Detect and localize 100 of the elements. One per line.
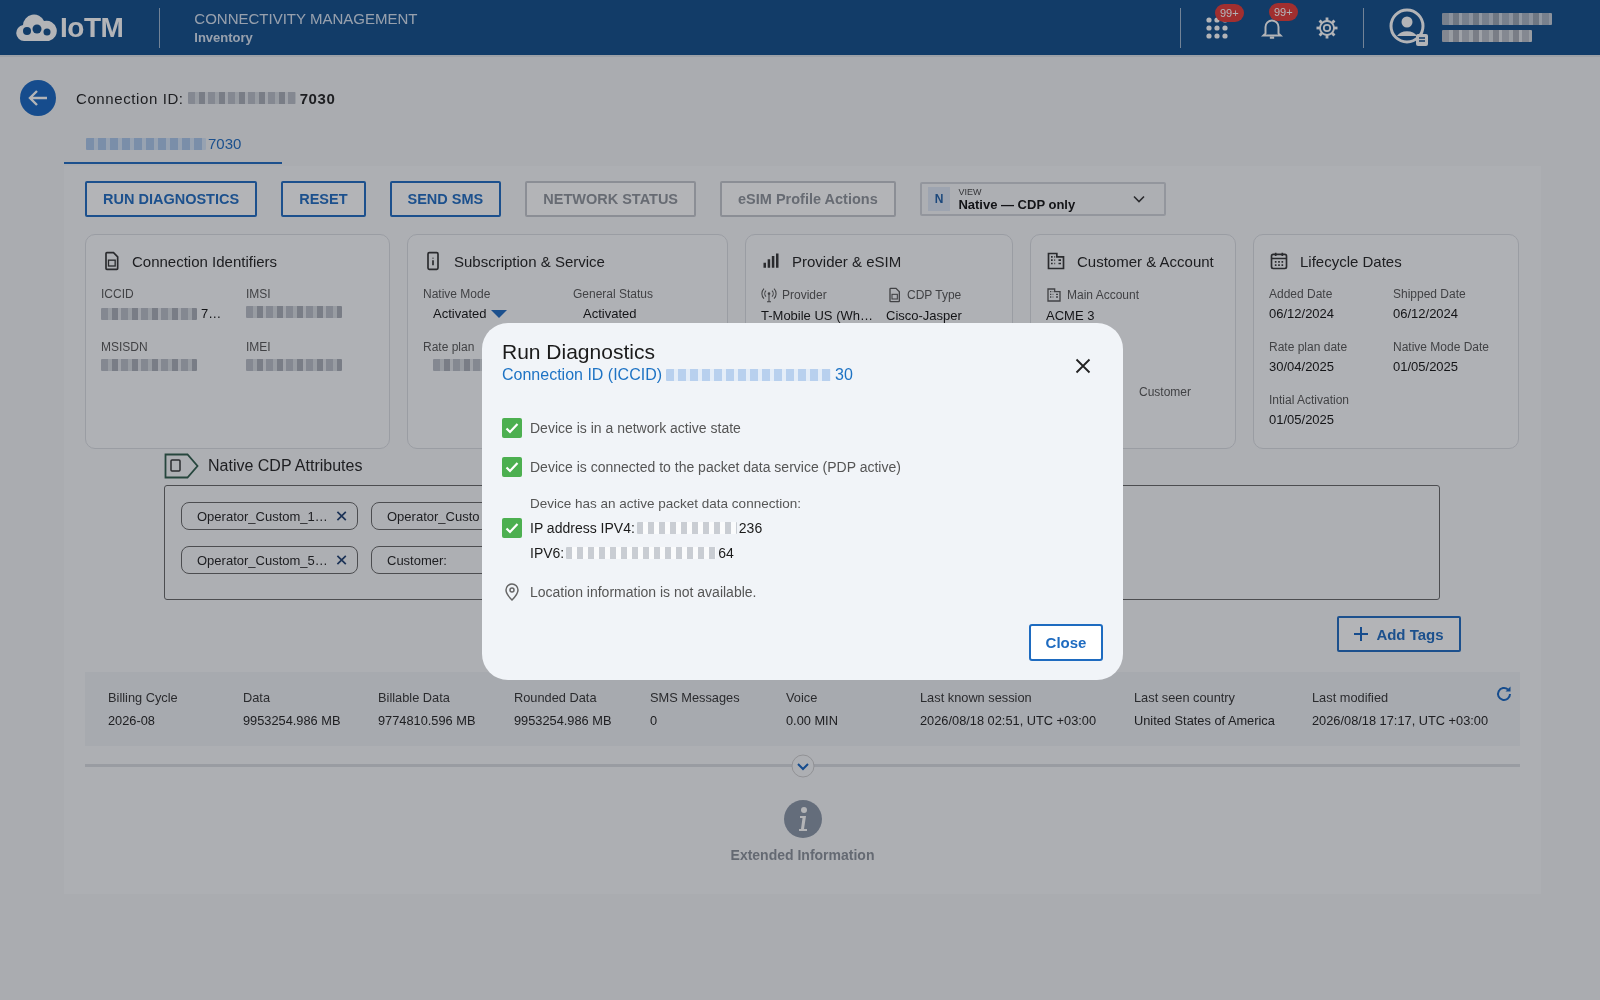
field-label: Customer xyxy=(1139,385,1191,399)
tag-icon xyxy=(164,453,200,479)
field-label: Native Mode xyxy=(423,287,491,301)
field-label: Shipped Date xyxy=(1393,287,1466,301)
refresh-icon[interactable] xyxy=(1494,684,1514,704)
usage-label: Last seen country xyxy=(1134,690,1236,705)
view-dropdown[interactable]: N VIEW Native — CDP only xyxy=(919,182,1166,216)
action-button[interactable]: SEND SMS xyxy=(389,181,502,217)
card-title: Provider & eSIM xyxy=(792,252,902,270)
field-label: General Status xyxy=(573,287,654,301)
usage-value: United States of America xyxy=(1134,713,1276,728)
connection-id-value: 30 xyxy=(835,366,853,384)
plus-icon xyxy=(1354,627,1369,641)
chip-label: Operator_Custo xyxy=(387,508,480,524)
settings-icon[interactable] xyxy=(1315,15,1339,40)
view-badge: N xyxy=(927,187,951,211)
field-label: Main Account xyxy=(1067,288,1140,302)
field-label: Intial Activation xyxy=(1269,393,1350,407)
connection-id-value: 7030 xyxy=(299,89,336,107)
dialog-title: Run Diagnostics xyxy=(502,340,656,364)
usage-value: 2026/08/18 17:17, UTC +03:00 xyxy=(1312,713,1490,728)
check-text: Device is connected to the packet data service (PDP active) xyxy=(530,458,901,477)
field-label: Native Mode Date xyxy=(1393,340,1490,354)
chip-label: Customer: xyxy=(387,552,448,568)
remove-icon[interactable] xyxy=(335,554,347,566)
usage-label: Last known session xyxy=(920,690,1033,705)
chip-label: Operator_Custom_1… xyxy=(197,508,328,524)
field-value: 06/12/2024 xyxy=(1269,306,1335,321)
apps-grid-icon[interactable] xyxy=(1205,15,1229,40)
chevron-down-icon[interactable] xyxy=(790,753,815,778)
address-value: 236 xyxy=(738,519,763,538)
cloud-logo-icon xyxy=(14,12,58,43)
usage-label: Billable Data xyxy=(378,690,451,705)
usage-value: 9953254.986 MB xyxy=(243,713,342,728)
antenna-icon xyxy=(761,287,777,303)
usage-value: 9953254.986 MB xyxy=(514,713,613,728)
tab[interactable]: 7030 xyxy=(64,125,282,164)
extended-information-label[interactable]: Extended Information xyxy=(730,847,875,863)
dropdown-caret-icon[interactable] xyxy=(490,308,509,319)
view-label: VIEW xyxy=(958,186,983,197)
usage-label: SMS Messages xyxy=(650,690,741,705)
info-icon xyxy=(782,799,823,839)
field-label: IMSI xyxy=(246,287,271,301)
chip-label: Operator_Custom_5… xyxy=(197,552,328,568)
field-label: Rate plan date xyxy=(1269,340,1348,354)
attribute-chip[interactable]: Operator_Custom_1… xyxy=(181,502,358,530)
field-value: 30/04/2025 xyxy=(1269,359,1335,374)
tab-label: 7030 xyxy=(208,135,242,152)
building-icon xyxy=(1046,251,1066,271)
connection-id-label: Connection ID: xyxy=(76,89,184,107)
field-value: 01/05/2025 xyxy=(1393,359,1459,374)
field-value: 06/12/2024 xyxy=(1393,306,1459,321)
card-title: Customer & Account xyxy=(1077,252,1214,270)
field-value: T-Mobile US (Wh… xyxy=(761,308,873,323)
location-pin-icon xyxy=(504,583,520,601)
field-value: Cisco-Jasper xyxy=(886,308,962,323)
usage-label: Voice xyxy=(786,690,819,705)
dialog-subtitle: Connection ID (ICCID) xyxy=(502,366,663,384)
address-value: 64 xyxy=(718,544,734,563)
view-value: Native — CDP only xyxy=(958,196,1077,212)
count-badge: 99+ xyxy=(1215,3,1244,22)
close-icon[interactable] xyxy=(1075,358,1091,374)
action-button[interactable]: RESET xyxy=(281,181,366,217)
usage-label: Last modified xyxy=(1312,690,1390,705)
remove-icon[interactable] xyxy=(335,510,347,522)
usage-label: Billing Cycle xyxy=(108,690,179,705)
add-tags-button[interactable]: Add Tags xyxy=(1337,616,1461,652)
usage-label: Data xyxy=(243,690,272,705)
field-label: Provider xyxy=(782,288,827,302)
field-label: ICCID xyxy=(101,287,134,301)
usage-value: 2026-08 xyxy=(108,713,156,728)
user-avatar-icon[interactable] xyxy=(1388,6,1430,49)
section-heading: Native CDP Attributes xyxy=(208,457,363,475)
attribute-chip[interactable]: Operator_Custom_5… xyxy=(181,546,358,574)
field-label: Added Date xyxy=(1269,287,1333,301)
sim-card-icon xyxy=(886,287,902,303)
count-badge: 99+ xyxy=(1269,2,1298,21)
app-title: CONNECTIVITY MANAGEMENT xyxy=(194,10,418,27)
field-value: 01/05/2025 xyxy=(1269,412,1335,427)
calendar-icon xyxy=(1269,251,1289,271)
usage-value: 0 xyxy=(650,713,659,728)
close-button[interactable]: Close xyxy=(1029,624,1103,661)
field-label: Rate plan xyxy=(423,340,475,354)
field-label: IMEI xyxy=(246,340,271,354)
field-label: MSISDN xyxy=(101,340,148,354)
usage-value: 0.00 MIN xyxy=(786,713,839,728)
action-button[interactable]: RUN DIAGNOSTICS xyxy=(85,181,258,217)
usage-value: 2026/08/18 02:51, UTC +03:00 xyxy=(920,713,1098,728)
card-title: Subscription & Service xyxy=(454,252,605,270)
field-value: Activated xyxy=(433,306,487,321)
field-label: CDP Type xyxy=(907,288,962,302)
logo-text: IoTM xyxy=(60,11,124,44)
usage-label: Rounded Data xyxy=(514,690,598,705)
usage-value: 9774810.596 MB xyxy=(378,713,477,728)
card-title: Lifecycle Dates xyxy=(1300,252,1402,270)
check-text: Device is in a network active state xyxy=(530,419,741,438)
field-value: 7… xyxy=(201,306,222,321)
building-icon xyxy=(1046,287,1062,303)
signal-bars-icon xyxy=(761,251,781,271)
check-text: Location information is not available. xyxy=(530,583,757,602)
